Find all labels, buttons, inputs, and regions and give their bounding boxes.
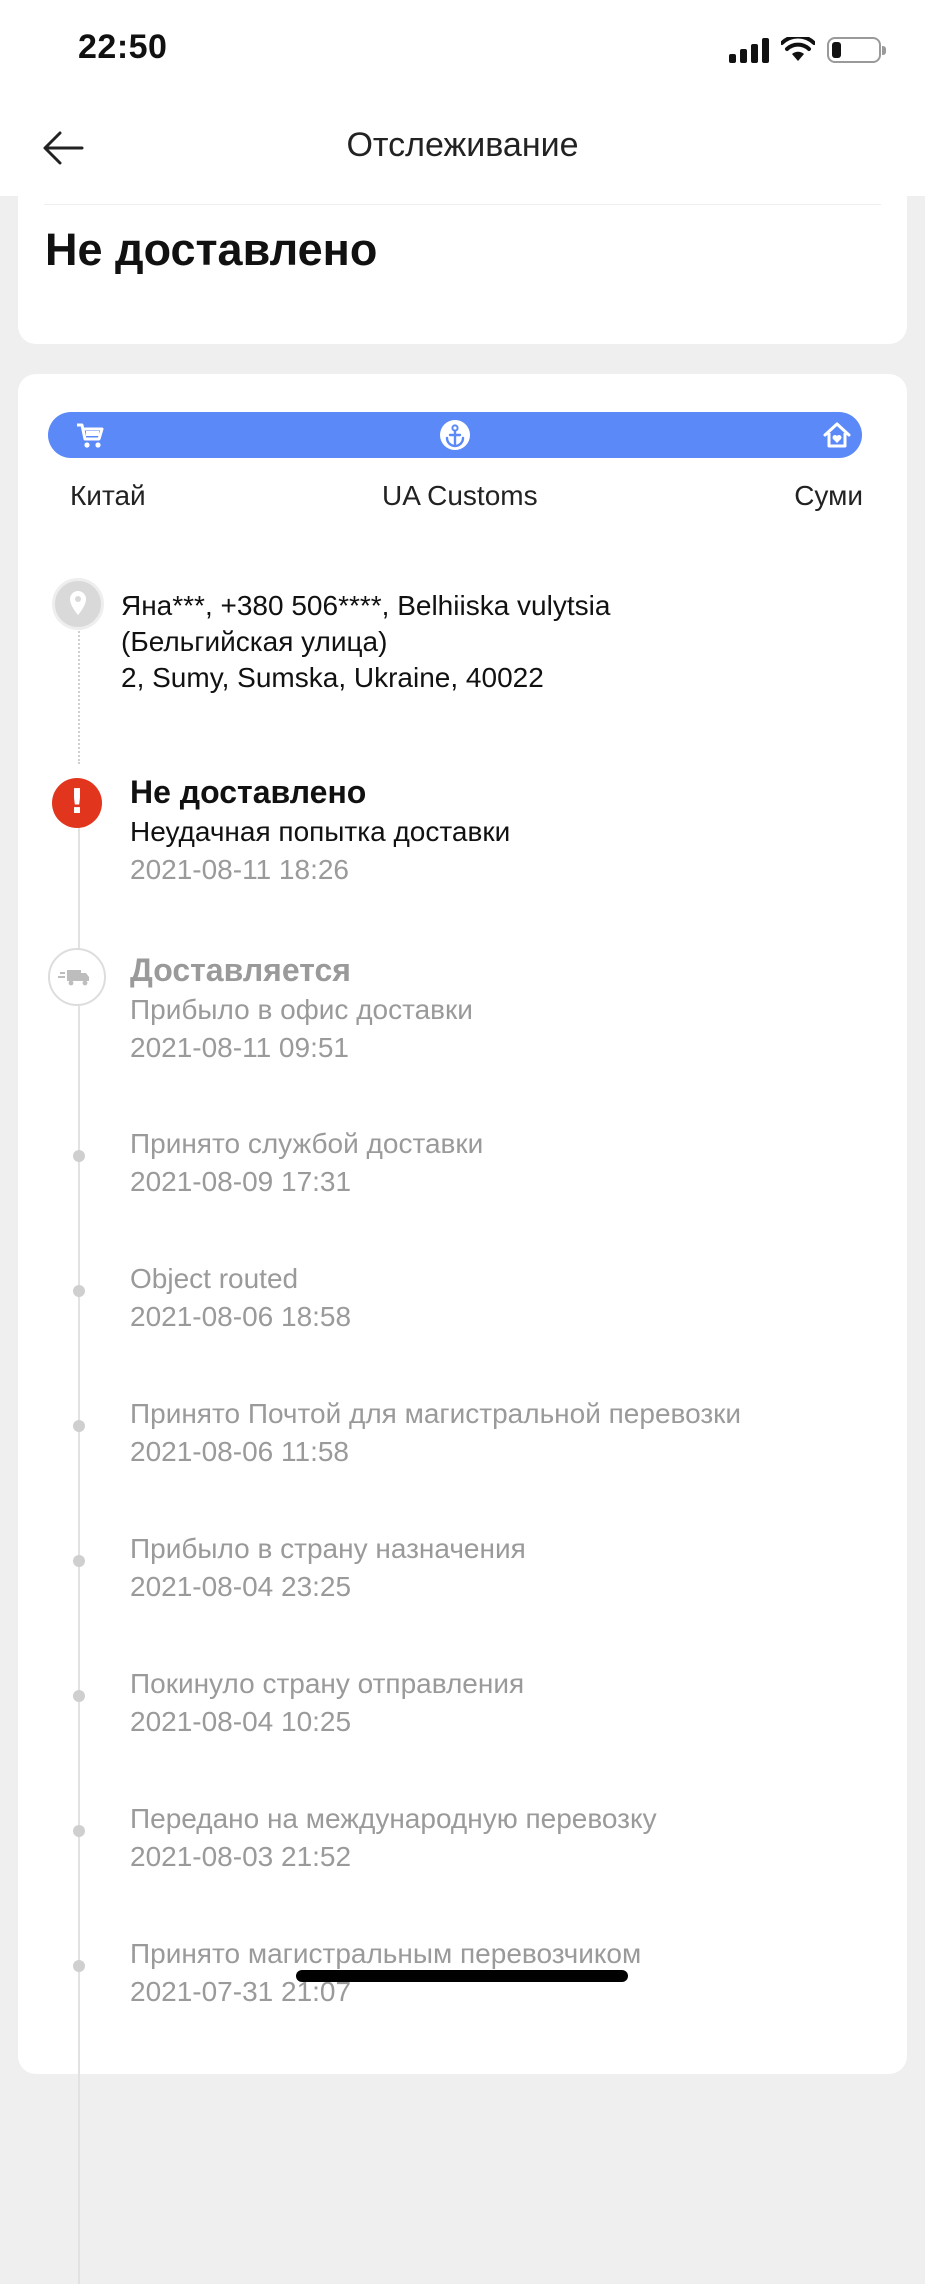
timeline-connector <box>78 804 80 2284</box>
event-description: Прибыло в офис доставки <box>130 994 473 1025</box>
status-icons <box>729 30 886 70</box>
timeline-dot <box>73 1555 85 1567</box>
event-description: Покинуло страну отправления <box>130 1668 525 1699</box>
alert-icon: ! <box>52 778 102 828</box>
home-indicator[interactable] <box>296 1970 628 1982</box>
delivery-status-heading: Не доставлено <box>45 224 378 275</box>
event-date: 2021-08-03 21:52 <box>130 1841 352 1872</box>
event-date: 2021-08-06 11:58 <box>130 1436 349 1467</box>
event-description: Принято Почтой для магистральной перевоз… <box>130 1398 742 1429</box>
wifi-icon <box>781 37 815 61</box>
timeline-dot <box>73 1420 85 1432</box>
route-progress-bar <box>48 412 862 458</box>
address-line-2: (Бельгийская улица) <box>121 626 388 657</box>
anchor-icon <box>440 420 470 450</box>
divider <box>44 204 881 205</box>
route-customs-label: UA Customs <box>382 480 538 511</box>
route-destination-label: Суми <box>794 480 863 511</box>
status-time: 22:50 <box>78 28 168 66</box>
timeline-dot <box>73 1690 85 1702</box>
event-date: 2021-08-11 18:26 <box>130 854 349 885</box>
event-description: Принято службой доставки <box>130 1128 484 1159</box>
truck-icon <box>48 948 106 1006</box>
event-date: 2021-08-04 10:25 <box>130 1706 352 1737</box>
event-date: 2021-08-04 23:25 <box>130 1571 352 1602</box>
event-date: 2021-08-06 18:58 <box>130 1301 352 1332</box>
page-title: Отслеживание <box>346 126 579 164</box>
battery-icon <box>827 37 886 63</box>
address-line-3: 2, Sumy, Sumska, Ukraine, 40022 <box>121 662 544 693</box>
top-navigation-bar: Отслеживание <box>0 100 925 196</box>
tracking-card: Китай UA Customs Суми Яна***, +380 506**… <box>18 374 907 2284</box>
address-line-1: Яна***, +380 506****, Belhiiska vulytsia <box>121 590 611 621</box>
event-title: Доставляется <box>130 952 351 988</box>
event-description: Неудачная попытка доставки <box>130 816 511 847</box>
status-summary-card: Не доставлено <box>18 196 907 344</box>
location-pin-icon <box>52 578 104 630</box>
event-title: Не доставлено <box>130 774 367 810</box>
home-icon <box>823 422 851 448</box>
event-description: Прибыло в страну назначения <box>130 1533 526 1564</box>
event-date: 2021-08-11 09:51 <box>130 1032 349 1063</box>
signal-icon <box>729 37 769 63</box>
timeline-dot <box>73 1150 85 1162</box>
timeline-dot <box>73 1825 85 1837</box>
event-date: 2021-08-09 17:31 <box>130 1166 352 1197</box>
delivery-address: Яна***, +380 506****, Belhiiska vulytsia… <box>121 588 881 696</box>
event-description: Принято магистральным перевозчиком <box>130 1938 642 1969</box>
event-description: Object routed <box>130 1263 299 1294</box>
timeline-dot <box>73 1285 85 1297</box>
route-origin-label: Китай <box>70 480 146 511</box>
cart-icon <box>77 423 104 448</box>
event-description: Передано на международную перевозку <box>130 1803 657 1834</box>
status-bar: 22:50 <box>0 0 925 100</box>
timeline-dot <box>73 1960 85 1972</box>
